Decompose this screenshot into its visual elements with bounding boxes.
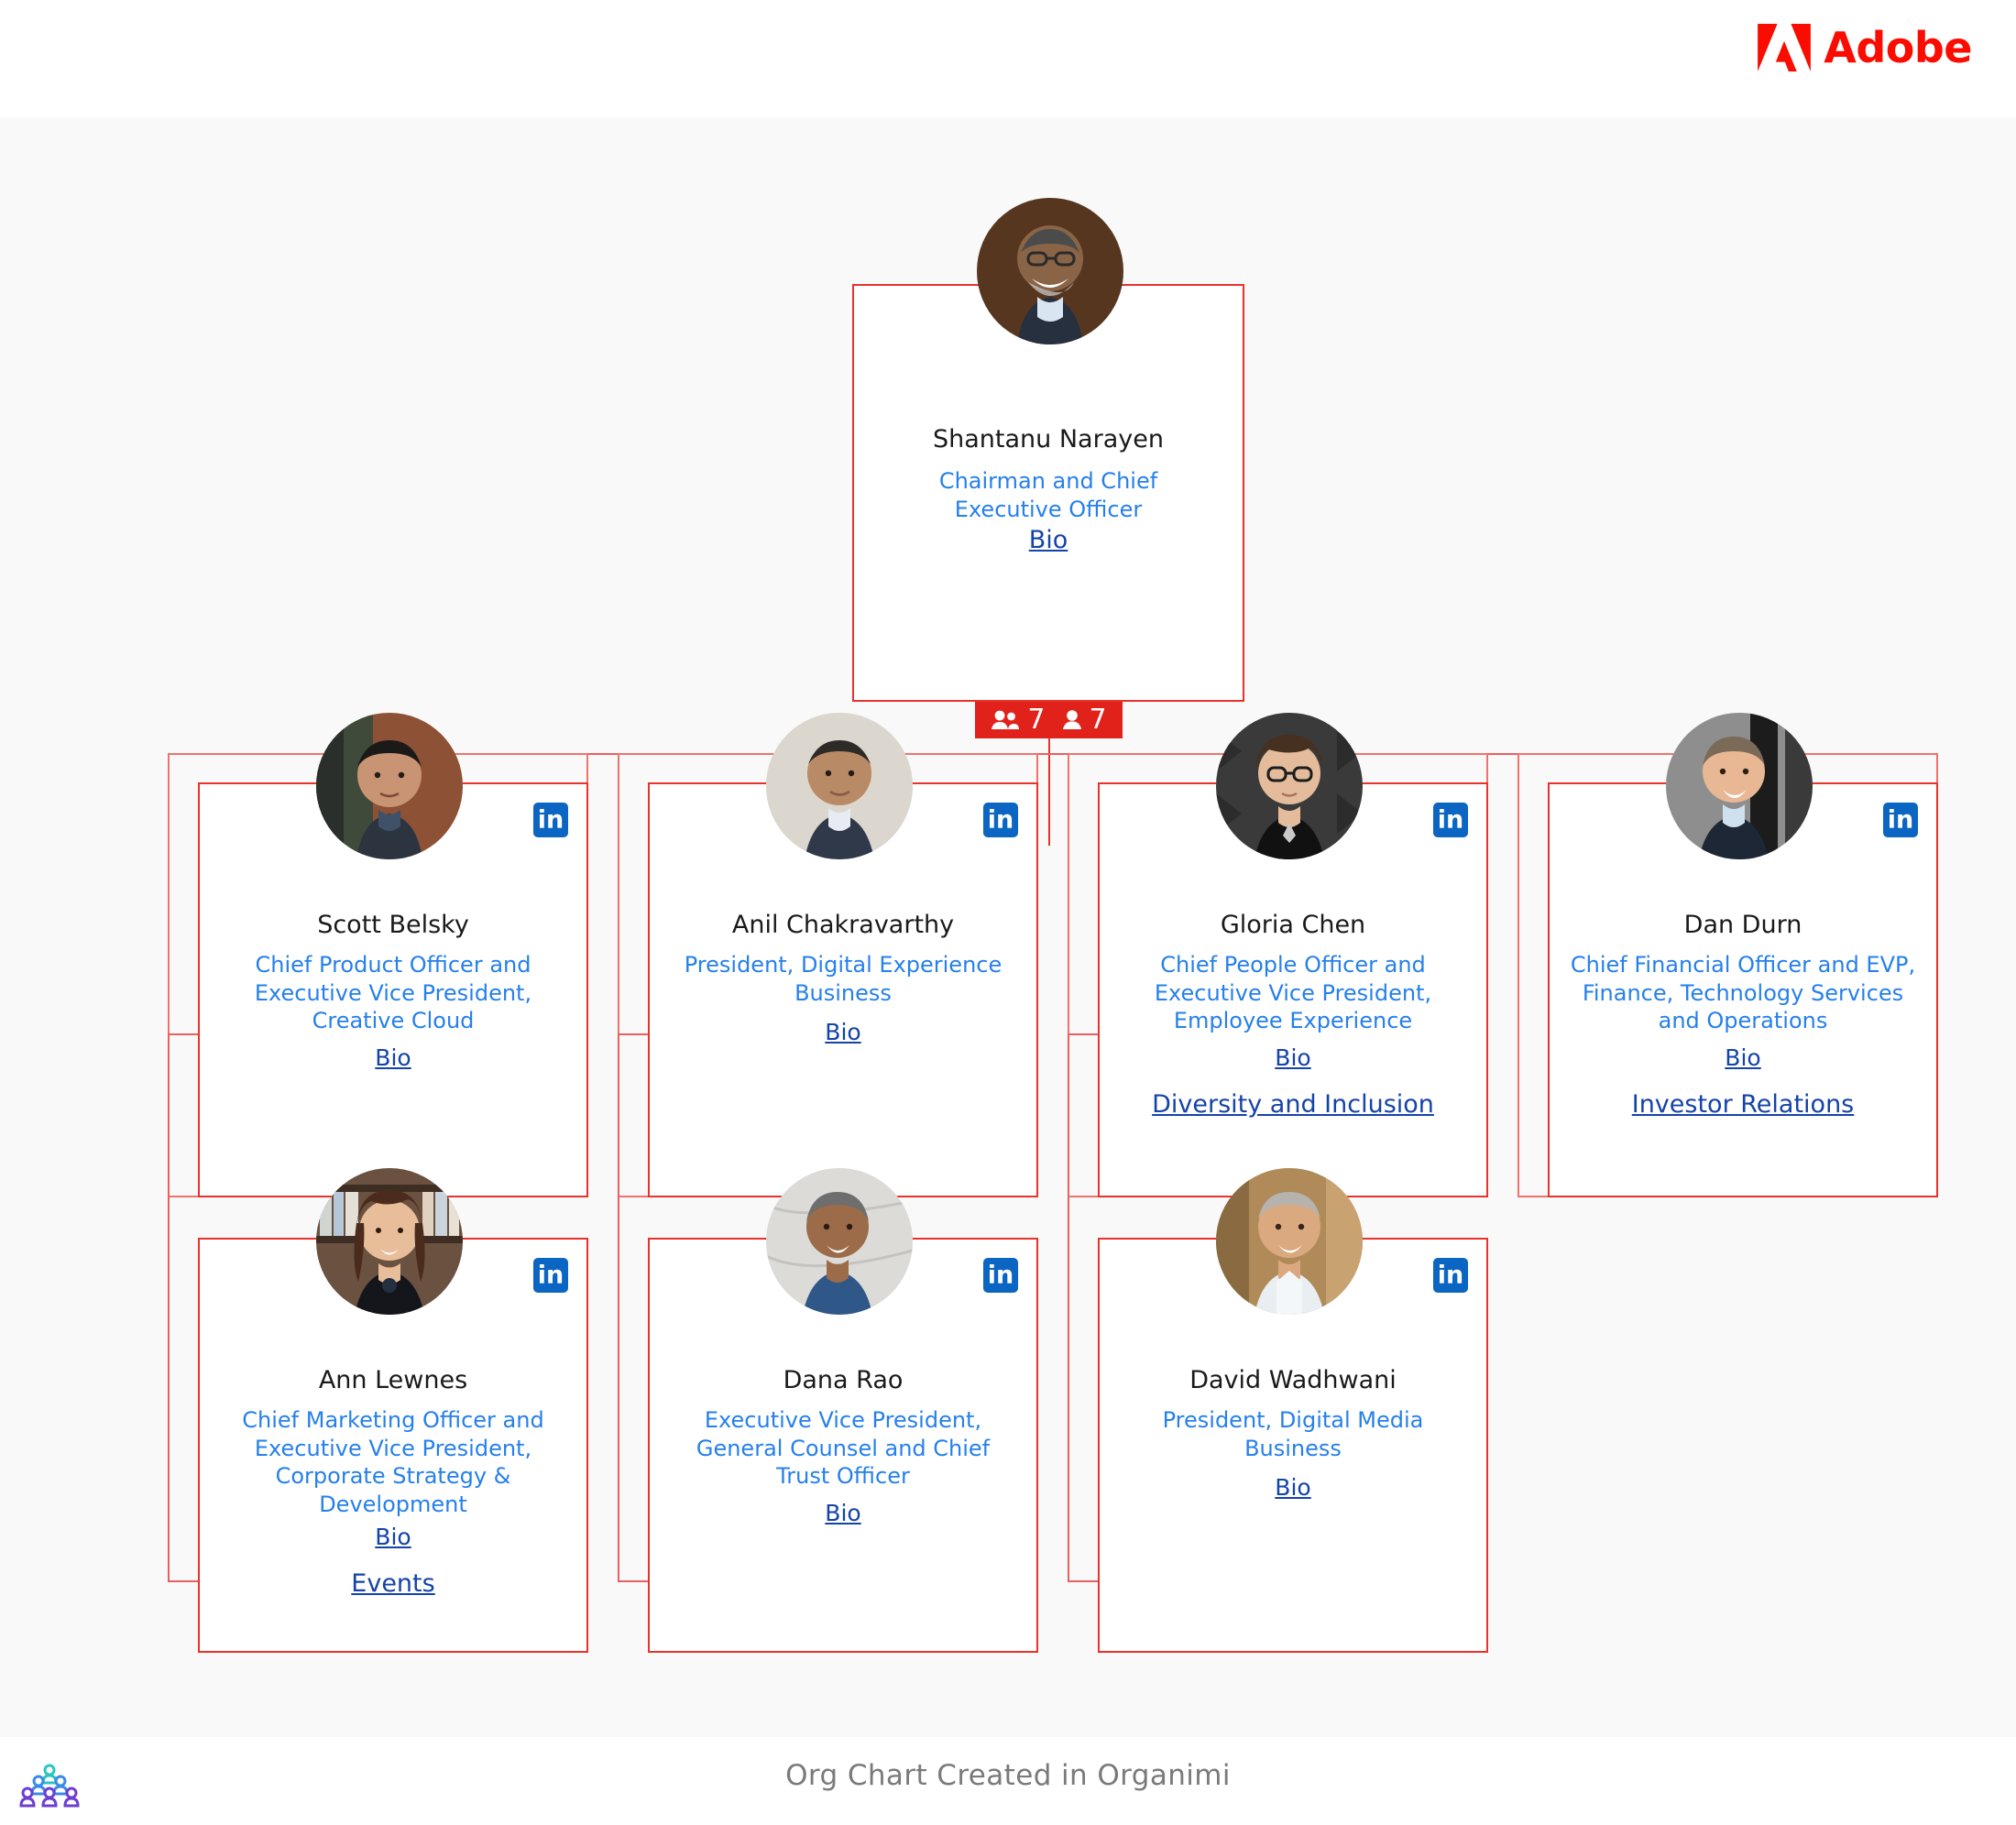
avatar-david-wadhwani bbox=[1216, 1168, 1363, 1315]
card-link-bio[interactable]: Bio bbox=[1100, 1044, 1486, 1071]
linkedin-icon[interactable]: in bbox=[533, 803, 568, 837]
person-card-gloria-chen[interactable]: in Gloria Chen Chief People Officer and … bbox=[1098, 713, 1488, 1197]
link-label[interactable]: Bio bbox=[825, 1019, 860, 1045]
group-count-value: 7 bbox=[1027, 704, 1046, 736]
person-count-value: 7 bbox=[1089, 704, 1107, 736]
link-label[interactable]: Diversity and Inclusion bbox=[1152, 1090, 1434, 1119]
group3-stub-bottom bbox=[1068, 1580, 1100, 1582]
adobe-a-mark-icon bbox=[1758, 24, 1812, 71]
card-name: Dan Durn bbox=[1683, 911, 1802, 939]
avatar-shantanu-narayen bbox=[977, 198, 1123, 344]
group-count-segment: 7 bbox=[991, 704, 1046, 736]
link-label[interactable]: Bio bbox=[375, 1524, 411, 1550]
linkedin-icon-label: in bbox=[1437, 1261, 1464, 1290]
single-person-icon bbox=[1062, 710, 1081, 729]
group3-stub-top bbox=[1068, 1033, 1100, 1035]
card-link-bio[interactable]: Bio bbox=[200, 1524, 586, 1550]
group2-stub-top bbox=[618, 1033, 650, 1035]
linkedin-icon[interactable]: in bbox=[983, 803, 1018, 837]
card-name: Dana Rao bbox=[783, 1366, 904, 1394]
person-card-anil-chakravarthy[interactable]: in Anil Chakravarthy President, Digital … bbox=[648, 713, 1038, 1197]
card-name: Ann Lewnes bbox=[318, 1366, 468, 1394]
card-link-bio[interactable]: Bio bbox=[854, 526, 1243, 554]
person-card-scott-belsky[interactable]: in Scott Belsky Chief Product Officer an… bbox=[198, 713, 588, 1197]
card-title: Chief Marketing Officer and Executive Vi… bbox=[242, 1407, 544, 1518]
avatar-ann-lewnes bbox=[316, 1168, 463, 1315]
group1-stub-top bbox=[168, 1033, 200, 1035]
card-link-diversity-and-inclusion[interactable]: Diversity and Inclusion bbox=[1100, 1090, 1486, 1119]
link-label[interactable]: Bio bbox=[1275, 1044, 1310, 1071]
card-link-bio[interactable]: Bio bbox=[1550, 1044, 1936, 1071]
people-group-icon bbox=[992, 710, 1020, 729]
page-footer: Org Chart Created in Organimi bbox=[0, 1737, 2016, 1825]
card-title: Chief Product Officer and Executive Vice… bbox=[254, 952, 532, 1034]
link-label[interactable]: Bio bbox=[1029, 526, 1068, 554]
person-card-ceo[interactable]: Shantanu Narayen Chairman and Chief Exec… bbox=[852, 198, 1244, 702]
group2-stub-bottom bbox=[618, 1580, 650, 1582]
group1-stub-bottom bbox=[168, 1580, 200, 1582]
subordinate-count-badge[interactable]: 7 7 bbox=[975, 702, 1123, 738]
group3-spine bbox=[1068, 1033, 1069, 1581]
card-title: President, Digital Media Business bbox=[1162, 1407, 1424, 1461]
person-card-dana-rao[interactable]: in Dana Rao Executive Vice President, Ge… bbox=[648, 1168, 1038, 1653]
card-link-bio[interactable]: Bio bbox=[200, 1044, 586, 1071]
linkedin-icon[interactable]: in bbox=[533, 1258, 568, 1293]
link-label[interactable]: Bio bbox=[1275, 1474, 1310, 1501]
card-link-bio[interactable]: Bio bbox=[1100, 1474, 1486, 1501]
card-title: Executive Vice President, General Counse… bbox=[696, 1407, 991, 1490]
card-name: David Wadhwani bbox=[1189, 1366, 1397, 1394]
link-label[interactable]: Events bbox=[351, 1569, 434, 1598]
linkedin-icon-label: in bbox=[987, 805, 1014, 835]
linkedin-icon-label: in bbox=[987, 1261, 1014, 1290]
page-header: Adobe bbox=[0, 0, 2016, 117]
card-link-bio[interactable]: Bio bbox=[650, 1019, 1036, 1045]
card-title: Chairman and Chief Executive Officer bbox=[938, 468, 1158, 522]
card-link-events[interactable]: Events bbox=[200, 1569, 586, 1598]
person-count-segment: 7 bbox=[1062, 706, 1107, 734]
org-chart-canvas: Shantanu Narayen Chairman and Chief Exec… bbox=[0, 117, 2016, 1737]
group2-spine bbox=[618, 1033, 619, 1581]
link-label[interactable]: Investor Relations bbox=[1632, 1090, 1855, 1119]
linkedin-icon[interactable]: in bbox=[1883, 803, 1918, 837]
avatar-dana-rao bbox=[766, 1168, 913, 1315]
avatar-dan-durn bbox=[1666, 713, 1813, 859]
card-name: Shantanu Narayen bbox=[933, 425, 1164, 454]
linkedin-icon[interactable]: in bbox=[1433, 803, 1468, 837]
card-name: Scott Belsky bbox=[317, 911, 469, 939]
avatar-gloria-chen bbox=[1216, 713, 1363, 859]
footer-attribution-text: Org Chart Created in Organimi bbox=[785, 1759, 1231, 1792]
person-card-ann-lewnes[interactable]: in Ann Lewnes Chief Marketing Officer an… bbox=[198, 1168, 588, 1653]
card-title: Chief Financial Officer and EVP, Finance… bbox=[1570, 952, 1916, 1034]
linkedin-icon[interactable]: in bbox=[1433, 1258, 1468, 1293]
person-card-david-wadhwani[interactable]: in David Wadhwani President, Digital Med… bbox=[1098, 1168, 1488, 1653]
link-label[interactable]: Bio bbox=[1725, 1044, 1760, 1071]
card-name: Gloria Chen bbox=[1220, 911, 1366, 939]
link-label[interactable]: Bio bbox=[825, 1500, 860, 1526]
card-name: Anil Chakravarthy bbox=[731, 911, 955, 939]
avatar-anil-chakravarthy bbox=[766, 713, 913, 859]
card-link-bio[interactable]: Bio bbox=[650, 1500, 1036, 1526]
person-card-dan-durn[interactable]: in Dan Durn Chief Financial Officer and … bbox=[1548, 713, 1938, 1197]
card-title: Chief People Officer and Executive Vice … bbox=[1154, 952, 1432, 1034]
linkedin-icon-label: in bbox=[537, 1261, 564, 1290]
linkedin-icon-label: in bbox=[1887, 805, 1914, 835]
avatar-scott-belsky bbox=[316, 713, 463, 859]
linkedin-icon[interactable]: in bbox=[983, 1258, 1018, 1293]
group1-spine bbox=[168, 1033, 170, 1581]
card-link-investor-relations[interactable]: Investor Relations bbox=[1550, 1090, 1936, 1119]
card-title: President, Digital Experience Business bbox=[684, 952, 1003, 1006]
adobe-wordmark: Adobe bbox=[1824, 23, 1972, 72]
adobe-logo: Adobe bbox=[1758, 24, 1972, 71]
linkedin-icon-label: in bbox=[1437, 805, 1464, 835]
linkedin-icon-label: in bbox=[537, 805, 564, 835]
link-label[interactable]: Bio bbox=[375, 1044, 411, 1071]
